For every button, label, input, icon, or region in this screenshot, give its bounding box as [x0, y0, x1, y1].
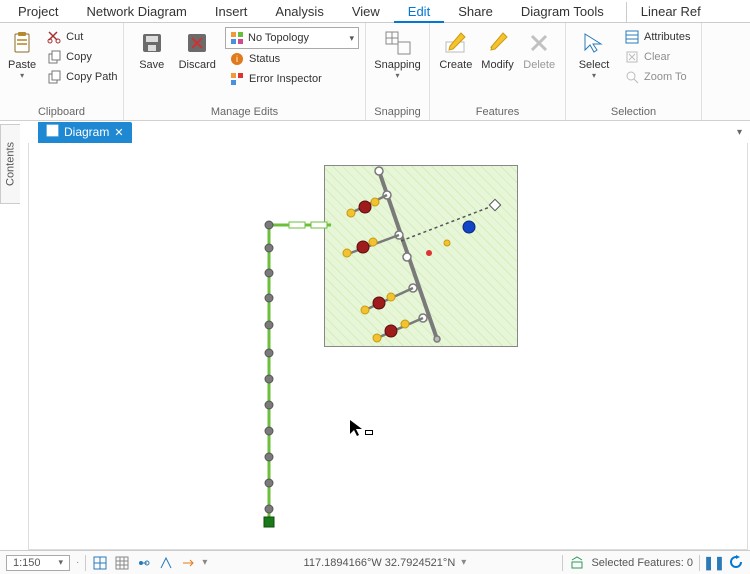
- tab-view[interactable]: View: [338, 2, 394, 22]
- select-button[interactable]: Select ▾: [572, 27, 616, 80]
- error-inspector-button[interactable]: Error Inspector: [225, 69, 359, 89]
- copy-path-button[interactable]: Copy Path: [42, 67, 121, 87]
- ribbon: Paste ▾ Cut Copy Copy Path Clipboard: [0, 23, 750, 121]
- selected-features-label: Selected Features: 0: [591, 557, 693, 569]
- error-icon: [229, 71, 245, 87]
- group-manage-edits: Save Discard No Topology ▾ i Status Er: [124, 23, 366, 120]
- pause-draw-icon[interactable]: ❚❚: [706, 555, 722, 571]
- document-tabs: Diagram ✕ ▾: [0, 121, 750, 143]
- attributes-button[interactable]: Attributes: [620, 27, 694, 47]
- svg-text:i: i: [236, 54, 238, 64]
- diagram-icon: [46, 124, 59, 140]
- group-title-features: Features: [436, 104, 559, 118]
- chevron-down-icon: ▾: [349, 33, 354, 44]
- zoom-to-button[interactable]: Zoom To: [620, 67, 694, 87]
- doc-tab-diagram[interactable]: Diagram ✕: [38, 122, 132, 143]
- snap-grid-icon[interactable]: [114, 555, 130, 571]
- discard-icon: [183, 29, 211, 57]
- coordinates-text: 117.1894166°W 32.7924521°N: [304, 557, 456, 569]
- menu-tabs: Project Network Diagram Insert Analysis …: [0, 0, 750, 23]
- clear-icon: [624, 49, 640, 65]
- create-icon: [442, 29, 470, 57]
- snapping-button[interactable]: Snapping ▾: [372, 27, 423, 80]
- grid-icon[interactable]: [92, 555, 108, 571]
- network-diagram: [29, 143, 748, 550]
- tab-project[interactable]: Project: [4, 2, 72, 22]
- group-title-selection: Selection: [572, 104, 695, 118]
- copy-button[interactable]: Copy: [42, 47, 121, 67]
- status-icon: i: [229, 51, 245, 67]
- modify-button[interactable]: Modify: [478, 27, 518, 71]
- topology-select[interactable]: No Topology ▾: [225, 27, 359, 49]
- select-icon: [580, 29, 608, 57]
- delete-button[interactable]: Delete: [519, 27, 559, 71]
- chevron-down-icon: ▾: [20, 71, 24, 80]
- corrections-icon[interactable]: [180, 555, 196, 571]
- cut-button[interactable]: Cut: [42, 27, 121, 47]
- attributes-icon: [624, 29, 640, 45]
- tab-share[interactable]: Share: [444, 2, 507, 22]
- paste-button[interactable]: Paste ▾: [6, 27, 38, 80]
- group-selection: Select ▾ Attributes Clear Zoom To Select…: [566, 23, 702, 120]
- status-button[interactable]: i Status: [225, 49, 359, 69]
- group-title-snapping: Snapping: [372, 104, 423, 118]
- group-title-manage-edits: Manage Edits: [130, 104, 359, 118]
- group-clipboard: Paste ▾ Cut Copy Copy Path Clipboard: [0, 23, 124, 120]
- group-features: Create Modify Delete Features: [430, 23, 566, 120]
- chevron-down-icon: ▾: [395, 71, 399, 80]
- copy-path-icon: [46, 69, 62, 85]
- discard-button[interactable]: Discard: [176, 27, 220, 71]
- zoom-icon: [624, 69, 640, 85]
- snapping-icon: [384, 29, 412, 57]
- tab-insert[interactable]: Insert: [201, 2, 262, 22]
- doc-menu-icon[interactable]: ▾: [737, 127, 742, 138]
- save-icon: [138, 29, 166, 57]
- snap-toggle-icon[interactable]: [136, 555, 152, 571]
- scale-input[interactable]: 1:150 ▾: [6, 555, 70, 571]
- group-snapping: Snapping ▾ Snapping: [366, 23, 430, 120]
- chevron-down-icon: ▾: [58, 557, 63, 568]
- copy-icon: [46, 49, 62, 65]
- tab-linear-ref[interactable]: Linear Ref: [626, 2, 715, 22]
- delete-icon: [525, 29, 553, 57]
- refresh-icon[interactable]: [728, 555, 744, 571]
- close-icon[interactable]: ✕: [114, 126, 123, 139]
- paste-icon: [8, 29, 36, 57]
- chevron-down-icon: ▾: [592, 71, 596, 80]
- modify-icon: [484, 29, 512, 57]
- tab-edit[interactable]: Edit: [394, 2, 444, 23]
- contents-panel-tab[interactable]: Contents: [0, 124, 20, 204]
- tab-analysis[interactable]: Analysis: [261, 2, 337, 22]
- tab-network-diagram[interactable]: Network Diagram: [72, 2, 200, 22]
- create-button[interactable]: Create: [436, 27, 476, 71]
- group-title-clipboard: Clipboard: [6, 104, 117, 118]
- save-edits-button[interactable]: Save: [130, 27, 174, 71]
- status-bar: 1:150 ▾ · ▾ 117.1894166°W 32.7924521°N ▾…: [0, 550, 750, 574]
- clear-button[interactable]: Clear: [620, 47, 694, 67]
- selection-icon[interactable]: [569, 555, 585, 571]
- scissors-icon: [46, 29, 62, 45]
- topology-icon: [230, 31, 244, 45]
- constraints-icon[interactable]: [158, 555, 174, 571]
- tab-diagram-tools[interactable]: Diagram Tools: [507, 2, 618, 22]
- map-canvas[interactable]: [28, 143, 748, 550]
